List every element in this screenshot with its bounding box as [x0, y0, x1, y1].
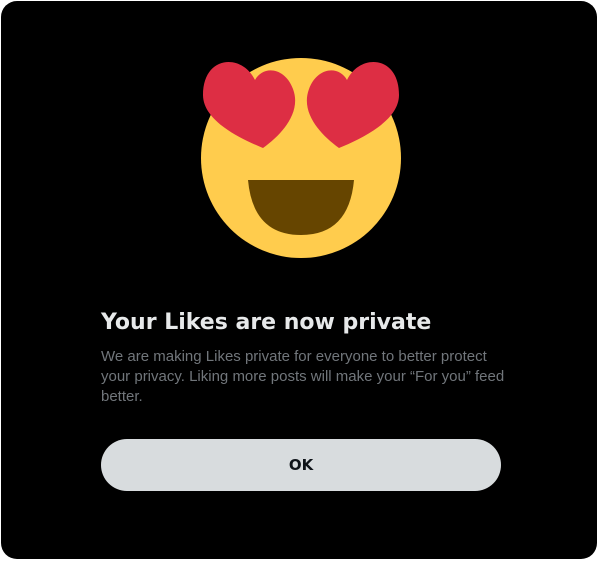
dialog-body-text: We are making Likes private for everyone…: [101, 348, 505, 405]
dialog-title: Your Likes are now private: [101, 310, 432, 335]
heart-eyes-emoji-svg: [201, 58, 401, 258]
heart-eyes-emoji-icon: [197, 53, 405, 265]
ok-button[interactable]: OK: [101, 439, 501, 491]
likes-private-dialog: Your Likes are now private We are making…: [1, 1, 597, 559]
